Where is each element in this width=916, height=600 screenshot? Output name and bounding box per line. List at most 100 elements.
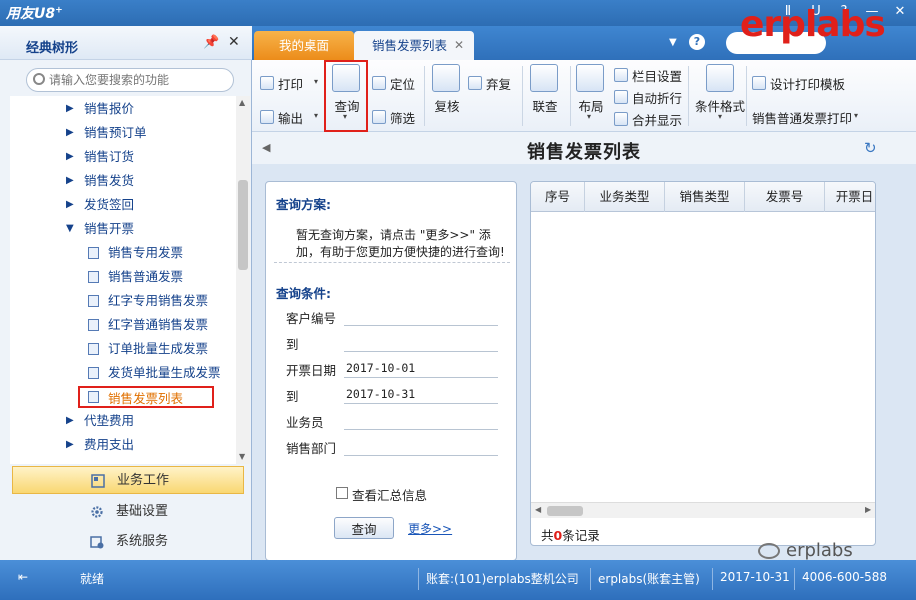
tree-item-label: 销售发票列表 [108,391,184,406]
collapse-panel-icon[interactable]: ⇤ [18,570,28,584]
tree-item-label: 订单批量生成发票 [108,341,209,356]
invoice-date-label: 开票日期 [286,363,337,378]
tree-leaf-item[interactable]: 销售普通发票 [10,266,236,288]
sales-department-field[interactable] [344,436,498,456]
customer-code-to-field[interactable] [344,332,498,352]
toolbar-separator [522,66,523,126]
tree-folder-item[interactable]: ▶ 费用支出 [10,434,236,456]
tree-item-label: 销售发货 [84,173,135,188]
chevron-right-icon[interactable]: ▶ [66,194,74,216]
tree-leaf-item[interactable]: 订单批量生成发票 [10,338,236,360]
close-tab-icon[interactable]: ✕ [454,31,464,60]
grid-horizontal-scrollbar[interactable]: ◀ ▶ [531,502,875,518]
tree-folder-item[interactable]: ▼ 销售开票 [10,218,236,240]
chevron-down-icon[interactable]: ▾ [587,112,591,121]
chevron-down-icon[interactable]: ▾ [314,111,318,120]
column-header[interactable]: 销售类型 [665,182,745,212]
close-icon[interactable]: ✕ [892,4,908,19]
salesperson-label: 业务员 [286,415,324,430]
chevron-down-icon[interactable]: ▾ [854,111,858,120]
query-panel: 查询方案: 暂无查询方案，请点击 "更多>>" 添加，有助于您更加方便快捷的进行… [265,181,517,561]
help-icon[interactable]: ? [689,34,705,50]
document-icon [88,295,99,307]
tree-leaf-item[interactable]: 红字普通销售发票 [10,314,236,336]
function-search[interactable] [26,68,234,92]
tree-leaf-item[interactable]: 红字专用销售发票 [10,290,236,312]
scroll-right-icon[interactable]: ▶ [865,505,871,514]
app-logo: 用友U8+ [6,5,63,22]
tree-folder-item[interactable]: ▶ 发货签回 [10,194,236,216]
close-icon[interactable]: ✕ [228,34,240,50]
chevron-right-icon[interactable]: ▶ [66,170,74,192]
document-icon [88,391,99,403]
gear-icon [91,506,103,518]
chevron-down-icon[interactable]: ▼ [66,218,74,240]
customer-code-field[interactable] [344,306,498,326]
status-date: 2017-10-31 [720,570,790,584]
summary-checkbox[interactable] [336,487,348,499]
tree-leaf-item[interactable]: 销售专用发票 [10,242,236,264]
toolbar-separator [570,66,571,126]
column-header[interactable]: 序号 [531,182,585,212]
invoice-date-to-field[interactable] [344,384,498,404]
tree-folder-item[interactable]: ▶ 代垫费用 [10,410,236,432]
module-system-service[interactable]: 系统服务 [12,528,244,556]
chevron-right-icon[interactable]: ▶ [66,122,74,144]
scroll-up-icon[interactable]: ▲ [239,98,245,107]
tree-folder-item[interactable]: ▶ 销售发货 [10,170,236,192]
chevron-down-icon[interactable]: ▾ [718,112,722,121]
customer-code-label: 客户编号 [286,311,337,326]
chevron-down-icon[interactable]: ▾ [314,77,318,86]
status-phone: 4006-600-588 [802,570,888,584]
tree-folder-item[interactable]: ▶ 销售订货 [10,146,236,168]
chevron-right-icon[interactable]: ▶ [66,410,74,432]
query-submit-button[interactable]: 查询 [334,517,394,539]
tree-item-label: 销售预订单 [84,125,147,140]
document-icon [88,319,99,331]
column-header[interactable]: 发票号 [745,182,825,212]
tree-leaf-item[interactable]: 发货单批量生成发票 [10,362,236,384]
scroll-down-icon[interactable]: ▼ [239,452,245,461]
document-icon [88,343,99,355]
tree-item-label: 发货单批量生成发票 [108,365,221,380]
printer-icon [260,76,274,90]
tab-my-desktop[interactable]: 我的桌面 [254,31,354,60]
linked-query-icon [530,64,558,92]
tree-folder-item[interactable]: ▶ 销售报价 [10,98,236,120]
module-basic-settings[interactable]: 基础设置 [12,498,244,526]
salesperson-field[interactable] [344,410,498,430]
chevron-right-icon[interactable]: ▶ [66,434,74,456]
function-search-input[interactable] [49,72,229,88]
scroll-thumb[interactable] [238,180,248,270]
summary-checkbox-label: 查看汇总信息 [352,488,428,503]
wechat-icon [758,543,780,559]
toolbar-separator [688,66,689,126]
tab-dropdown-icon[interactable]: ▼ [669,37,677,48]
refresh-icon[interactable]: ↻ [864,139,877,157]
abandon-icon [468,76,482,90]
chevron-right-icon[interactable]: ▶ [66,146,74,168]
tree-leaf-item[interactable]: 销售发票列表 [78,386,214,408]
tab-sales-invoice-list[interactable]: 销售发票列表 ✕ [354,31,474,60]
status-state: 就绪 [80,572,105,586]
divider [274,262,510,263]
module-label: 基础设置 [116,504,169,519]
tree-scrollbar[interactable]: ▲ ▼ [236,96,250,464]
column-header[interactable]: 开票日 [825,182,875,212]
scroll-left-icon[interactable]: ◀ [535,505,541,514]
pin-icon[interactable]: 📌 [203,35,219,50]
column-header[interactable]: 业务类型 [585,182,665,212]
tree-item-label: 销售普通发票 [108,269,184,284]
tree-item-label: 销售订货 [84,149,135,164]
invoice-date-from-field[interactable] [344,358,498,378]
chevron-right-icon[interactable]: ▶ [66,98,74,120]
tree-item-label: 费用支出 [84,437,135,452]
tree-item-label: 销售开票 [84,221,135,236]
module-business-work[interactable]: 业务工作 [12,466,244,494]
scroll-thumb[interactable] [547,506,583,516]
more-link[interactable]: 更多>> [408,520,452,537]
filter-icon [372,110,386,124]
toolbar-separator [746,66,747,126]
tree-folder-item[interactable]: ▶ 销售预订单 [10,122,236,144]
toolbar: 打印 ▾ 输出 ▾ 查询 ▾ 定位 筛选 复核 弃复 联查 布局 ▾ 栏目设置 … [252,60,916,132]
